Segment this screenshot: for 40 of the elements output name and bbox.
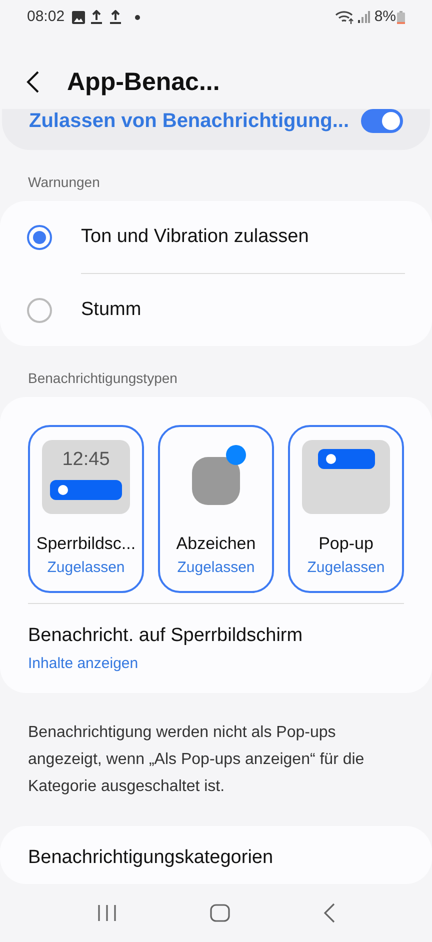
notification-type-tile[interactable]: Pop-up Zugelassen	[288, 425, 404, 593]
section-heading: Benachrichtigungstypen	[27, 369, 178, 388]
info-text: Benachrichtigung werden nicht als Pop-ups angezeigt, wenn „Als Pop-ups anzeigen“ für die Kategorie ausgeschaltet ist.	[27, 723, 366, 797]
notification-type-tile[interactable]: 12:45 Sperrbildsc... Zugelassen	[28, 425, 144, 593]
status-time: 08:02	[27, 6, 65, 27]
allow-notifications-row[interactable]: Zulassen von Benachrichtigung...	[2, 108, 430, 150]
tile-status: Zugelassen	[47, 558, 125, 578]
home-icon[interactable]	[210, 904, 230, 922]
tile-label: Sperrbildsc...	[36, 534, 136, 554]
notification-bar-icon	[50, 480, 122, 500]
radio-label: Ton und Vibration zulassen	[81, 224, 309, 249]
tile-label: Pop-up	[318, 534, 374, 554]
wifi-icon	[335, 10, 356, 24]
signal-icon	[358, 11, 370, 23]
notification-type-tile[interactable]: Abzeichen Zugelassen	[158, 425, 274, 593]
upload-icon	[90, 10, 102, 24]
categories-title: Benachrichtigungskategorien	[28, 846, 274, 870]
preview-time: 12:45	[62, 448, 110, 472]
section-heading: Warnungen	[27, 173, 101, 192]
radio-label: Stumm	[81, 298, 142, 322]
notification-bar-icon	[318, 449, 374, 469]
battery-icon	[397, 10, 405, 24]
page-title: App-Benac...	[67, 66, 220, 98]
image-icon	[72, 10, 85, 24]
allow-notifications-label: Zulassen von Benachrichtigung...	[29, 108, 350, 133]
tile-status: Zugelassen	[177, 558, 255, 578]
recent-apps-icon[interactable]	[96, 904, 117, 922]
lockscreen-notifications-row[interactable]: Benachricht. auf Sperrbildschirm Inhalte anzeigen	[28, 604, 404, 693]
tile-label: Abzeichen	[176, 534, 256, 554]
row-title: Benachricht. auf Sperrbildschirm	[28, 624, 304, 648]
tile-status: Zugelassen	[307, 558, 385, 578]
categories-card[interactable]: Benachrichtigungskategorien	[0, 826, 432, 884]
radio-button[interactable]	[27, 224, 52, 250]
radio-button[interactable]	[27, 298, 52, 322]
battery-percent: 8%	[374, 6, 396, 27]
back-icon	[26, 70, 40, 94]
upload-icon	[110, 10, 121, 24]
back-icon[interactable]	[323, 903, 336, 923]
toggle-switch[interactable]	[361, 108, 403, 133]
row-value: Inhalte anzeigen	[28, 654, 140, 674]
